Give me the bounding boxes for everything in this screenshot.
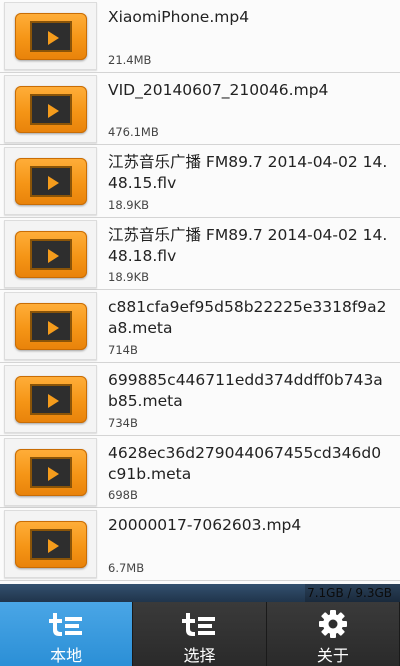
- file-size: 21.4MB: [108, 52, 152, 67]
- play-icon: [48, 393, 59, 408]
- video-thumbnail: [4, 147, 97, 216]
- file-row-6[interactable]: 699885c446711edd374ddff0b743ab85.meta 73…: [0, 362, 400, 436]
- file-list: XiaomiPhone.mp4 21.4MB VID_20140607_2100…: [0, 0, 400, 584]
- file-row-5[interactable]: c881cfa9ef95d58b22225e3318f9a2a8.meta 71…: [0, 290, 400, 363]
- file-size: 476.1MB: [108, 125, 159, 140]
- file-name: 20000017-7062603.mp4: [108, 516, 302, 535]
- file-row-7[interactable]: 4628ec36d279044067455cd346d0c91b.meta 69…: [0, 435, 400, 509]
- video-thumbnail: [4, 292, 97, 361]
- file-size: 18.9KB: [108, 270, 150, 285]
- tab-local[interactable]: 本地: [0, 602, 134, 666]
- file-name: 699885c446711edd374ddff0b743ab85.meta: [108, 370, 383, 410]
- file-size: 18.9KB: [108, 197, 150, 212]
- file-size: 698B: [108, 488, 138, 503]
- file-size: 734B: [108, 415, 138, 430]
- video-thumbnail: [4, 437, 97, 506]
- video-thumbnail: [4, 364, 97, 433]
- file-row-2[interactable]: VID_20140607_210046.mp4 476.1MB: [0, 72, 400, 146]
- file-name: 江苏音乐广播 FM89.7 2014-04-02 14.48.15.flv: [108, 153, 388, 193]
- play-icon: [48, 31, 59, 45]
- play-icon: [48, 176, 59, 191]
- file-name: 4628ec36d279044067455cd346d0c91b.meta: [108, 443, 382, 483]
- file-name: c881cfa9ef95d58b22225e3318f9a2a8.meta: [108, 298, 387, 338]
- play-icon: [48, 466, 59, 481]
- tab-select[interactable]: 选择: [133, 602, 267, 666]
- tab-label: 本地: [50, 646, 83, 665]
- file-size: 6.7MB: [108, 560, 145, 575]
- tab-label: 选择: [183, 646, 216, 665]
- play-icon: [48, 321, 59, 336]
- file-name: XiaomiPhone.mp4: [108, 8, 250, 26]
- storage-usage-text: 7.1GB / 9.3GB: [307, 586, 392, 600]
- file-name: 江苏音乐广播 FM89.7 2014-04-02 14.48.18.flv: [108, 225, 388, 265]
- gear-icon: [318, 610, 348, 638]
- file-name: VID_20140607_210046.mp4: [108, 80, 329, 99]
- tab-about[interactable]: 关于: [266, 602, 400, 666]
- te-logo-icon: [46, 610, 86, 638]
- file-row-1[interactable]: XiaomiPhone.mp4 21.4MB: [0, 0, 400, 73]
- file-row-4[interactable]: 江苏音乐广播 FM89.7 2014-04-02 14.48.18.flv 18…: [0, 217, 400, 291]
- play-icon: [48, 539, 59, 554]
- file-size: 714B: [108, 342, 138, 357]
- play-icon: [48, 248, 59, 263]
- te-logo-icon: [179, 610, 219, 638]
- video-thumbnail: [4, 219, 97, 288]
- video-thumbnail: [4, 510, 97, 579]
- video-thumbnail: [4, 2, 97, 70]
- video-thumbnail: [4, 74, 97, 143]
- storage-usage-bar: 7.1GB / 9.3GB: [0, 584, 400, 602]
- storage-usage-fill: [0, 584, 306, 602]
- bottom-tab-bar: 本地 选择 关于: [0, 602, 400, 666]
- play-icon: [48, 103, 59, 118]
- file-row-8[interactable]: 20000017-7062603.mp4 6.7MB: [0, 508, 400, 581]
- tab-label: 关于: [316, 646, 349, 665]
- file-row-3[interactable]: 江苏音乐广播 FM89.7 2014-04-02 14.48.15.flv 18…: [0, 145, 400, 218]
